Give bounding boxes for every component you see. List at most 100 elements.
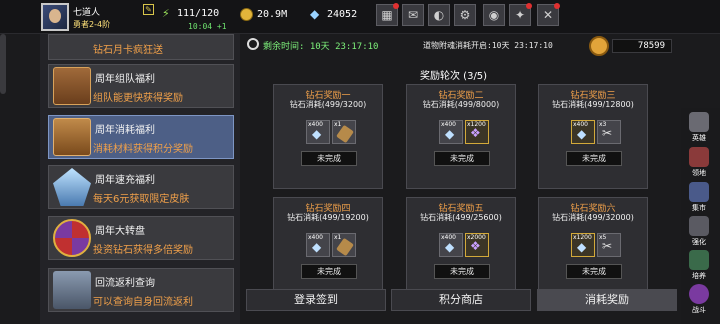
nav-market[interactable]: 集市 <box>684 182 714 212</box>
reward-diamond[interactable]: x1200 ◆ <box>571 233 595 257</box>
card-progress: 钻石消耗(499/3200) <box>289 100 367 109</box>
swords-icon[interactable]: ✕ <box>537 3 560 26</box>
reward-diamond[interactable]: x400 ◆ <box>439 233 463 257</box>
claim-button[interactable]: 未完成 <box>301 264 357 279</box>
card-progress: 钻石消耗(499/25600) <box>420 213 502 222</box>
claim-button[interactable]: 未完成 <box>566 264 622 279</box>
quest-icon[interactable]: ✦ <box>509 3 532 26</box>
event-item-desc: 投资钻石获得多倍奖励 <box>93 245 193 256</box>
hero-icon <box>689 112 709 132</box>
color-wheel-icon[interactable]: ◉ <box>483 4 505 26</box>
reward-item[interactable]: x1 <box>332 120 356 144</box>
crystal-icon <box>53 168 91 206</box>
event-item-title: 回流返利查询 <box>95 278 155 289</box>
card-progress: 钻石消耗(499/8000) <box>422 100 500 109</box>
clock-icon <box>247 38 259 50</box>
reward-diamond[interactable]: x400 ◆ <box>571 120 595 144</box>
reward-item[interactable]: x2000 ❖ <box>465 233 489 257</box>
market-icon <box>689 182 709 202</box>
edit-icon[interactable]: ✎ <box>143 4 154 15</box>
settings-icon[interactable]: ⚙ <box>454 4 476 26</box>
card-progress: 钻石消耗(499/32000) <box>552 213 634 222</box>
player-name: 七道人 <box>73 8 101 18</box>
diamond-value: 24052 <box>327 9 358 20</box>
nav-label: 战斗 <box>692 306 706 314</box>
reward-diamond[interactable]: x400 ◆ <box>306 120 330 144</box>
next-phase-time: 道物附魂消耗开启:10天 23:17:10 <box>423 41 553 50</box>
gift-pile-icon <box>53 271 91 309</box>
reward-round: 奖励轮次 (3/5) <box>420 71 488 82</box>
reward-diamond[interactable]: x400 ◆ <box>439 120 463 144</box>
event-item-desc: 消耗材料获得积分奖励 <box>93 144 193 155</box>
reward-item[interactable]: x1200 ❖ <box>465 120 489 144</box>
remaining-time: 剩余时间: 10天 23:17:10 <box>263 39 378 52</box>
nav-label: 培养 <box>692 272 706 280</box>
left-edge-handle[interactable] <box>0 34 6 94</box>
diamond-icon: ◆ <box>312 240 322 254</box>
claim-button[interactable]: 未完成 <box>434 151 490 166</box>
diamond-icon: ◆ <box>445 240 455 254</box>
event-item-monthly-card[interactable]: 钻石月卡疯狂送 <box>48 34 234 60</box>
reward-diamond[interactable]: x400 ◆ <box>306 233 330 257</box>
points-count: 78599 <box>612 39 672 53</box>
diamond-icon: ◆ <box>577 240 587 254</box>
reward-card-5: 钻石奖励五 钻石消耗(499/25600) x400 ◆ x2000 ❖ 未完成 <box>406 197 516 302</box>
diamond-icon: ◆ <box>577 127 587 141</box>
battle-icon <box>689 284 709 304</box>
diamond-icon: ◆ <box>445 127 455 141</box>
event-item-title: 周年大转盘 <box>95 226 145 237</box>
stamina-value: 111/120 <box>177 8 220 19</box>
event-item-return[interactable]: 回流返利查询 可以查询自身回流返利 <box>48 268 234 312</box>
reward-item[interactable]: x3 ✂ <box>597 120 621 144</box>
event-item-team[interactable]: 周年组队福利 组队能更快获得奖励 <box>48 64 234 108</box>
tools-icon: ✂ <box>602 126 613 140</box>
rune-icon: ❖ <box>470 126 481 140</box>
reward-card-6: 钻石奖励六 钻石消耗(499/32000) x1200 ◆ x5 ✂ 未完成 <box>538 197 648 302</box>
event-item-consume[interactable]: 周年消耗福利 消耗材料获得积分奖励 <box>48 115 234 159</box>
reward-item[interactable]: x1 <box>332 233 356 257</box>
remaining-value: 10天 23:17:10 <box>309 42 379 52</box>
gold-coin-icon <box>240 8 253 21</box>
event-item-title: 周年消耗福利 <box>95 125 155 136</box>
player-avatar[interactable] <box>41 3 69 31</box>
nav-label: 英雄 <box>692 134 706 142</box>
territory-icon <box>689 147 709 167</box>
remaining-label: 剩余时间: <box>263 42 305 52</box>
gamepad-icon[interactable]: ◐ <box>428 4 450 26</box>
points-token-icon <box>589 36 609 56</box>
event-item-recharge[interactable]: 周年速充福利 每天6元获取限定皮肤 <box>48 165 234 209</box>
reward-item[interactable]: x5 ✂ <box>597 233 621 257</box>
shop-icon[interactable]: ▦ <box>376 3 399 26</box>
prize-wheel-icon <box>53 219 91 257</box>
nav-enhance[interactable]: 强化 <box>684 216 714 246</box>
nav-train[interactable]: 培养 <box>684 250 714 280</box>
event-item-desc: 每天6元获取限定皮肤 <box>93 194 190 205</box>
event-item-wheel[interactable]: 周年大转盘 投资钻石获得多倍奖励 <box>48 216 234 260</box>
event-item-title: 周年组队福利 <box>95 74 155 85</box>
mail-icon[interactable]: ✉ <box>402 4 424 26</box>
tab-consume-reward[interactable]: 消耗奖励 <box>537 289 677 311</box>
stamina-timer: 10:04 +1 <box>188 22 227 31</box>
card-progress: 钻石消耗(499/12800) <box>552 100 634 109</box>
reward-card-2: 钻石奖励二 钻石消耗(499/8000) x400 ◆ x1200 ❖ 未完成 <box>406 84 516 189</box>
tab-points-shop[interactable]: 积分商店 <box>391 289 531 311</box>
tab-login-checkin[interactable]: 登录签到 <box>246 289 386 311</box>
train-icon <box>689 250 709 270</box>
diamond-icon: ◆ <box>310 7 320 21</box>
event-item-desc: 可以查询自身回流返利 <box>93 297 193 308</box>
rune-icon: ❖ <box>470 239 481 253</box>
nav-hero[interactable]: 英雄 <box>684 112 714 142</box>
stamina-icon: ⚡ <box>162 7 170 20</box>
event-item-title: 周年速充福利 <box>95 175 155 186</box>
nav-territory[interactable]: 领地 <box>684 147 714 177</box>
player-rank: 勇者2-4阶 <box>73 20 111 29</box>
nav-battle[interactable]: 战斗 <box>684 284 714 314</box>
claim-button[interactable]: 未完成 <box>301 151 357 166</box>
nav-label: 领地 <box>692 169 706 177</box>
claim-button[interactable]: 未完成 <box>566 151 622 166</box>
diamond-icon: ◆ <box>312 127 322 141</box>
event-item-desc: 组队能更快获得奖励 <box>93 93 183 104</box>
claim-button[interactable]: 未完成 <box>434 264 490 279</box>
reward-card-3: 钻石奖励三 钻石消耗(499/12800) x400 ◆ x3 ✂ 未完成 <box>538 84 648 189</box>
open-chest-icon <box>53 118 91 156</box>
